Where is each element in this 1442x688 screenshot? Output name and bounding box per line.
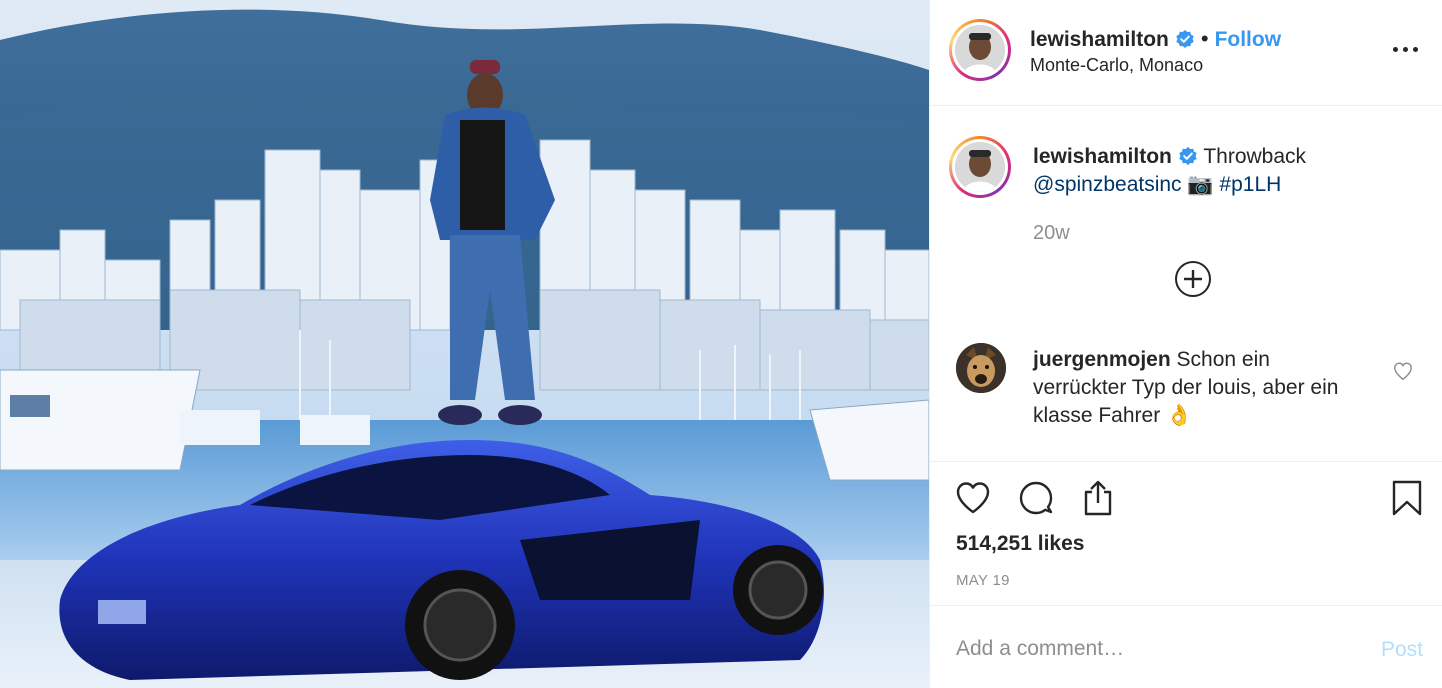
load-more-comments-icon[interactable] xyxy=(1174,260,1212,298)
caption-time-ago: 20w xyxy=(1033,222,1070,244)
post-actions: 514,251 likes MAY 19 xyxy=(930,462,1442,606)
commenter-avatar[interactable] xyxy=(956,343,1006,393)
post-date: MAY 19 xyxy=(956,572,1010,589)
likes-count[interactable]: 514,251 likes xyxy=(956,532,1084,556)
follow-button[interactable]: Follow xyxy=(1215,28,1282,51)
post-image xyxy=(0,0,929,688)
caption-avatar-image xyxy=(955,142,1005,192)
camera-emoji: 📷 xyxy=(1187,173,1214,196)
caption-mention-link[interactable]: @spinzbeatsinc xyxy=(1033,173,1182,196)
caption-author-avatar[interactable] xyxy=(949,136,1011,198)
comment-username[interactable]: juergenmojen xyxy=(1033,348,1171,371)
commenter-avatar-image xyxy=(956,343,1006,393)
verified-badge-icon xyxy=(1176,30,1194,48)
post-caption: lewishamilton Throwback @spinzbeatsinc 📷… xyxy=(1033,143,1363,199)
post-location[interactable]: Monte-Carlo, Monaco xyxy=(1030,55,1203,76)
post-header: lewishamilton • Follow Monte-Carlo, Monaco xyxy=(930,0,1442,106)
author-avatar-image xyxy=(955,25,1005,75)
author-username[interactable]: lewishamilton xyxy=(1030,28,1169,51)
comment-bubble-icon[interactable] xyxy=(1017,479,1055,517)
caption-hashtag-link[interactable]: #p1LH xyxy=(1219,173,1281,196)
header-title-row: lewishamilton • Follow xyxy=(1030,26,1281,52)
ok-hand-emoji: 👌 xyxy=(1166,404,1193,427)
more-options-icon[interactable] xyxy=(1391,38,1421,58)
share-icon[interactable] xyxy=(1079,479,1117,517)
caption-username[interactable]: lewishamilton xyxy=(1033,145,1172,168)
post-photo[interactable] xyxy=(0,0,929,688)
like-heart-icon[interactable] xyxy=(954,479,992,517)
comment-item: juergenmojen Schon ein verrückter Typ de… xyxy=(1033,346,1363,430)
author-avatar[interactable] xyxy=(949,19,1011,81)
comments-section: lewishamilton Throwback @spinzbeatsinc 📷… xyxy=(930,106,1442,462)
like-comment-heart-icon[interactable] xyxy=(1392,360,1414,382)
caption-text: Throwback xyxy=(1203,145,1307,168)
save-bookmark-icon[interactable] xyxy=(1388,479,1426,517)
header-separator: • xyxy=(1200,26,1209,51)
add-comment-bar: Post xyxy=(930,606,1442,688)
post-side-panel: lewishamilton • Follow Monte-Carlo, Monaco xyxy=(929,0,1442,688)
post-comment-button[interactable]: Post xyxy=(1381,638,1423,662)
verified-badge-icon xyxy=(1179,147,1197,165)
add-comment-input[interactable] xyxy=(956,634,1356,664)
